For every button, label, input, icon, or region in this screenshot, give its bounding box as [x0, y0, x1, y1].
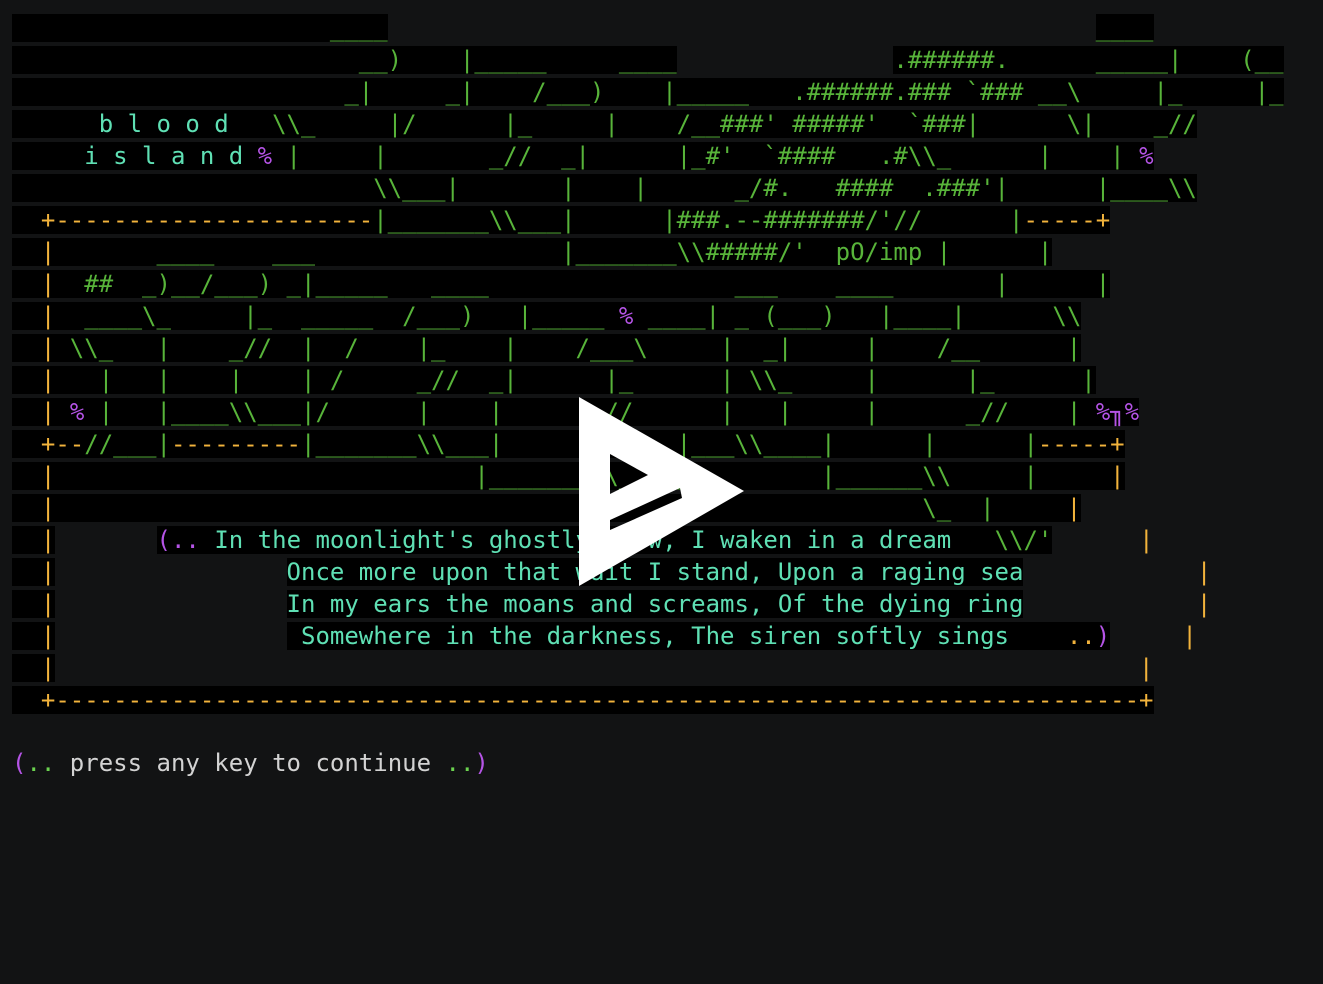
text-segment: |_______\\___|	[301, 430, 504, 458]
terminal-line: | | | | | / _// _| |_ | \\_ | |_ |	[12, 364, 1096, 396]
play-logo-svg	[579, 397, 744, 586]
terminal-line: | Somewhere in the darkness, The siren s…	[12, 620, 1197, 652]
text-segment: +----------------------	[12, 206, 374, 234]
terminal-line: +----------------------|_______\\___| |#…	[12, 204, 1111, 236]
prompt-open-paren: (	[12, 749, 27, 777]
terminal-line: i s l a n d % | | _// _| |_#' `#### .#\\…	[12, 140, 1154, 172]
text-segment: |	[12, 270, 56, 298]
terminal-line: | \_ | |	[12, 492, 1082, 524]
text-segment: |	[1023, 558, 1212, 586]
terminal-line: __) |_____ ____ .######. _____| (__	[12, 44, 1284, 76]
prompt-text: press any key to continue	[55, 749, 446, 777]
text-segment: |	[12, 622, 56, 650]
text-segment: %	[257, 142, 273, 170]
text-segment: |	[12, 398, 56, 426]
text-segment	[55, 590, 286, 618]
text-segment: +--	[12, 430, 85, 458]
terminal-line: _| _| /___) |_____ .######.### `### __\ …	[12, 76, 1284, 108]
text-segment: b l o o d	[98, 110, 229, 138]
text-segment: |	[12, 558, 56, 586]
text-segment: _| _| /___) |_____ .######.### `### __\ …	[12, 78, 1284, 106]
terminal-line: | ____ ___ |_______\\#####/' pO/imp | |	[12, 236, 1053, 268]
text-segment	[55, 398, 70, 426]
terminal-line: | |	[12, 652, 1154, 684]
text-segment	[55, 526, 156, 554]
text-segment: ## _)__/___) _|_____ ____	[55, 270, 489, 298]
prompt-open-dots: ..	[26, 749, 56, 777]
text-segment	[12, 110, 99, 138]
prompt-close-dots: ..	[445, 749, 475, 777]
terminal-line: +---------------------------------------…	[12, 684, 1154, 716]
text-segment: |	[12, 654, 56, 682]
text-segment: |	[12, 334, 56, 362]
text-segment: |	[12, 366, 56, 394]
terminal-line: | ## _)__/___) _|_____ ____ ___ ____ | |	[12, 268, 1111, 300]
text-segment	[12, 142, 85, 170]
text-segment: (..	[156, 526, 200, 554]
text-segment: |_______\\___|	[373, 206, 576, 234]
text-segment: __) |_____ ____	[12, 46, 677, 74]
text-segment: %	[1124, 142, 1154, 170]
text-segment: i s l a n d	[84, 142, 244, 170]
text-segment	[55, 622, 286, 650]
text-segment	[677, 46, 894, 74]
text-segment: |	[1052, 526, 1154, 554]
text-segment: ____	[12, 14, 388, 42]
text-segment: ..	[1009, 622, 1096, 650]
text-segment: +---------------------------------------…	[12, 686, 1154, 714]
text-segment: |	[12, 494, 56, 522]
text-segment: -----+	[1023, 206, 1111, 234]
text-segment: ╖	[1110, 398, 1125, 426]
text-segment: |	[994, 494, 1082, 522]
text-segment: |	[12, 302, 56, 330]
terminal-line: ____ ____	[12, 12, 1154, 44]
text-segment: \\___| | | _/#. #### .###'| |____\\	[12, 174, 1197, 202]
terminal-line: b l o o d \\_ |/ |_ | /__###' #####' `##…	[12, 108, 1197, 140]
terminal-line: \\___| | | _/#. #### .###'| |____\\	[12, 172, 1197, 204]
text-segment: ____| _ (___) |____| \\	[633, 302, 1082, 330]
text-segment: %	[1124, 398, 1140, 426]
text-segment: |	[12, 238, 56, 266]
continue-prompt[interactable]: (.. press any key to continue ..)	[12, 747, 489, 779]
text-segment: |	[55, 654, 1154, 682]
text-segment: |	[1037, 462, 1125, 490]
text-segment: //___|	[84, 430, 171, 458]
text-segment: %	[618, 302, 634, 330]
text-segment: ---------	[170, 430, 301, 458]
text-segment: -----+	[1037, 430, 1125, 458]
play-logo-icon[interactable]	[560, 380, 760, 600]
prompt-close-paren: )	[474, 749, 489, 777]
text-segment	[243, 142, 258, 170]
text-segment: |	[1110, 622, 1197, 650]
text-segment	[55, 558, 286, 586]
text-segment: |	[12, 526, 56, 554]
text-segment: |	[922, 206, 1024, 234]
text-segment: ____ ___	[55, 238, 316, 266]
text-segment: |	[12, 590, 56, 618]
terminal-line: | \\_ | _// | / |_ | /___\ | _| | /__ |	[12, 332, 1082, 364]
terminal-line: | ____\_ |_ _____ /___) |_____ % ____| _…	[12, 300, 1082, 332]
text-segment: \\/'	[951, 526, 1053, 554]
text-segment: \\_ |/ |_ | /__###' #####' `###| \| _//	[228, 110, 1197, 138]
text-segment: |	[12, 462, 56, 490]
text-segment: ___ ____ | |	[488, 270, 1111, 298]
text-segment: |###.--#######/'//	[575, 206, 923, 234]
text-segment: ____	[1095, 14, 1154, 42]
text-segment: %	[1081, 398, 1111, 426]
text-segment	[388, 14, 1096, 42]
text-segment: |_______\\#####/' pO/imp | |	[315, 238, 1053, 266]
text-segment: |	[1023, 590, 1212, 618]
text-segment: |_______\\_____| |______\\ |	[55, 462, 1038, 490]
text-segment: Somewhere in the darkness, The siren sof…	[286, 622, 1010, 650]
text-segment: \_ |	[55, 494, 995, 522]
text-segment: )	[1095, 622, 1111, 650]
text-segment: %	[69, 398, 85, 426]
text-segment: | | _// _| |_#' `#### .#\\_ | |	[272, 142, 1125, 170]
text-segment: \\_ | _// | / |_ | /___\ | _| | /__ |	[55, 334, 1082, 362]
text-segment: .######. _____| (__	[893, 46, 1284, 74]
text-segment: ____\_ |_ _____ /___) |_____	[55, 302, 619, 330]
